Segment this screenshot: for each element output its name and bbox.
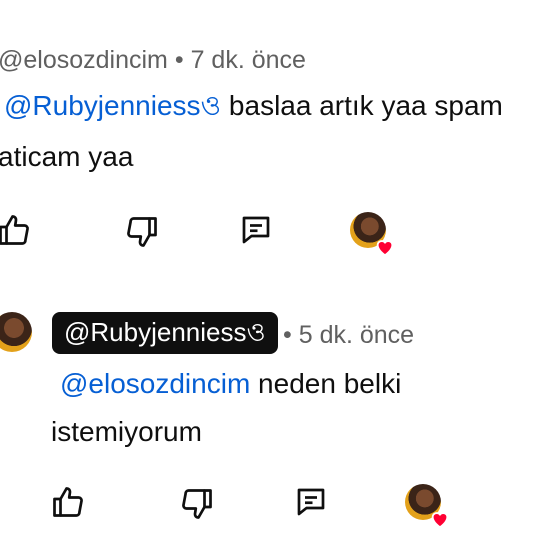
heart-icon	[429, 508, 451, 530]
comment-text-line-1: @Rubyjenniessও baslaa artık yaa spam	[4, 92, 503, 120]
time-separator: •	[283, 321, 292, 349]
reply-text: neden belki	[250, 368, 402, 399]
reply-mention[interactable]: @elosozdincim	[60, 368, 250, 399]
comment-mention[interactable]: @Rubyjenniessও	[4, 90, 221, 121]
reply-time-header: • 5 dk. önce	[283, 321, 414, 350]
comments-panel: @elosozdincim • 7 dk. önce @Rubyjenniess…	[0, 0, 560, 560]
reply-author-chip[interactable]: @Rubyjenniessও	[52, 312, 278, 354]
comment-author[interactable]: @elosozdincim	[0, 46, 168, 74]
reply-text-line-1: @elosozdincim neden belki	[60, 370, 401, 398]
thumbs-up-icon[interactable]	[50, 484, 86, 520]
thumbs-down-icon[interactable]	[124, 214, 160, 250]
thumbs-down-icon[interactable]	[179, 486, 215, 522]
reply-comment-icon[interactable]	[293, 484, 329, 520]
reply-comment-icon[interactable]	[238, 212, 274, 248]
heart-icon	[374, 236, 396, 258]
avatar[interactable]	[0, 312, 32, 352]
time-separator: •	[174, 46, 184, 74]
reply-time: 5 dk. önce	[298, 321, 415, 349]
comment-header: @elosozdincim • 7 dk. önce	[0, 46, 306, 75]
comment-time: 7 dk. önce	[190, 46, 306, 74]
comment-text: baslaa artık yaa spam	[221, 90, 503, 121]
comment-text-line-2: aticam yaa	[0, 141, 134, 172]
thumbs-up-icon[interactable]	[0, 212, 32, 248]
creator-heart-avatar	[405, 484, 449, 529]
creator-heart-avatar	[350, 212, 394, 257]
reply-text-line-2: istemiyorum	[51, 416, 202, 447]
